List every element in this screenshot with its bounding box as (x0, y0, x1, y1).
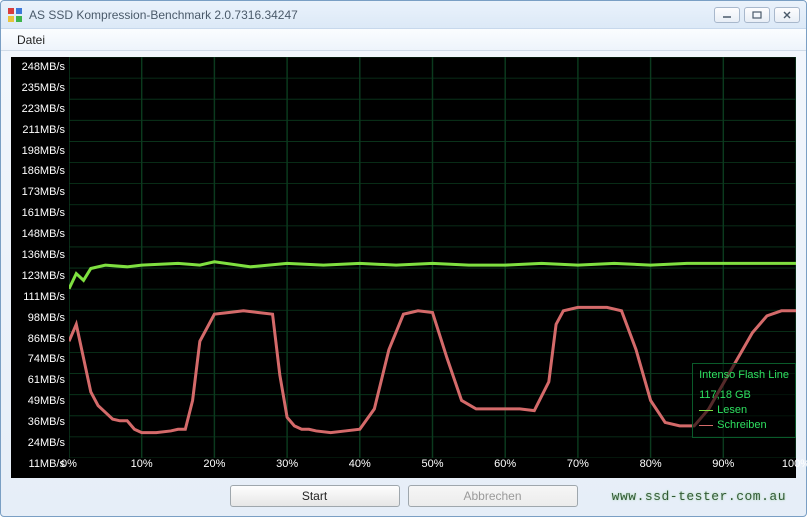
bottom-bar: Start Abbrechen www.ssd-tester.com.au (11, 478, 796, 508)
minimize-button[interactable] (714, 7, 740, 23)
x-tick-label: 10% (131, 458, 153, 470)
watermark: www.ssd-tester.com.au (612, 489, 786, 504)
titlebar: AS SSD Kompression-Benchmark 2.0.7316.34… (1, 1, 806, 29)
close-button[interactable] (774, 7, 800, 23)
x-tick-label: 30% (276, 458, 298, 470)
menubar: Datei (1, 29, 806, 51)
y-axis: 248MB/s235MB/s223MB/s211MB/s198MB/s186MB… (11, 57, 69, 478)
cancel-button[interactable]: Abbrechen (408, 485, 578, 507)
legend: Intenso Flash Line 117,18 GB Lesen Schre… (692, 363, 796, 438)
close-icon (782, 11, 792, 19)
maximize-button[interactable] (744, 7, 770, 23)
legend-capacity: 117,18 GB (699, 388, 789, 403)
x-tick-label: 60% (494, 458, 516, 470)
menu-datei[interactable]: Datei (9, 31, 53, 49)
legend-write-label: Schreiben (717, 418, 767, 433)
chart: 248MB/s235MB/s223MB/s211MB/s198MB/s186MB… (11, 57, 796, 478)
legend-device: Intenso Flash Line (699, 368, 789, 383)
start-button[interactable]: Start (230, 485, 400, 507)
x-tick-label: 100% (782, 458, 807, 470)
legend-write-row: Schreiben (699, 418, 789, 433)
app-window: AS SSD Kompression-Benchmark 2.0.7316.34… (0, 0, 807, 517)
x-tick-label: 50% (421, 458, 443, 470)
maximize-icon (752, 11, 762, 19)
legend-write-swatch (699, 425, 713, 426)
x-tick-label: 80% (640, 458, 662, 470)
window-title: AS SSD Kompression-Benchmark 2.0.7316.34… (29, 8, 714, 22)
legend-read-row: Lesen (699, 403, 789, 418)
x-axis: 0%10%20%30%40%50%60%70%80%90%100% (69, 458, 796, 478)
plot-svg (69, 57, 796, 458)
x-tick-label: 40% (349, 458, 371, 470)
x-tick-label: 70% (567, 458, 589, 470)
app-icon (7, 7, 23, 23)
minimize-icon (722, 11, 732, 19)
content-area: 248MB/s235MB/s223MB/s211MB/s198MB/s186MB… (1, 51, 806, 516)
window-buttons (714, 7, 800, 23)
x-tick-label: 20% (203, 458, 225, 470)
legend-read-swatch (699, 410, 713, 411)
plot-area: Intenso Flash Line 117,18 GB Lesen Schre… (69, 57, 796, 458)
x-tick-label: 0% (61, 458, 77, 470)
x-tick-label: 90% (712, 458, 734, 470)
legend-read-label: Lesen (717, 403, 747, 418)
